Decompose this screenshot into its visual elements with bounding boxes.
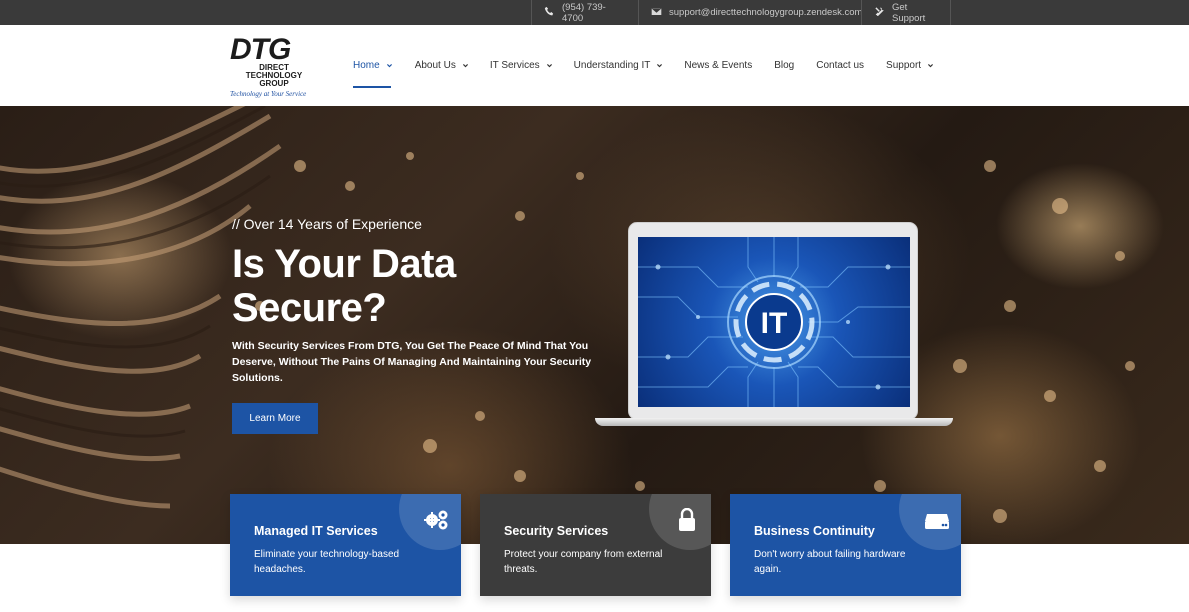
phone-number: (954) 739-4700 <box>562 1 606 24</box>
nav-news-events-label: News & Events <box>684 60 753 71</box>
email-link[interactable]: support@directtechnologygroup.zendesk.co… <box>638 0 863 25</box>
chevron-down-icon <box>386 64 392 68</box>
logo-tagline: Technology at Your Service <box>230 90 307 98</box>
chevron-down-icon <box>928 64 934 68</box>
nav-it-services-label: IT Services <box>489 60 540 71</box>
phone-icon <box>544 6 555 20</box>
nav-home-label: Home <box>353 60 380 71</box>
hero-headline: Is Your Data Secure? <box>232 242 456 330</box>
learn-more-button[interactable]: Learn More <box>232 403 318 434</box>
nav-news-events[interactable]: News & Events <box>684 25 752 106</box>
nav-contact-us-label: Contact us <box>816 60 865 71</box>
nav-support-label: Support <box>886 60 922 71</box>
phone-link[interactable]: (954) 739-4700 <box>531 0 638 25</box>
nav-about-us-label: About Us <box>414 60 456 71</box>
top-bar: (954) 739-4700 support@directtechnologyg… <box>0 0 1189 25</box>
tools-icon <box>874 6 885 20</box>
nav-it-services[interactable]: IT Services <box>490 25 553 106</box>
hero-banner: // Over 14 Years of Experience Is Your D… <box>0 106 1189 544</box>
envelope-icon <box>651 6 662 20</box>
card-text: Eliminate your technology-based headache… <box>254 549 400 575</box>
site-header: DTG DIRECT TECHNOLOGY GROUP Technology a… <box>0 25 1189 106</box>
nav-support[interactable]: Support <box>886 25 934 106</box>
chevron-down-icon <box>462 64 468 68</box>
laptop-illustration: IT <box>595 222 953 430</box>
lock-icon <box>673 507 701 532</box>
card-business-continuity[interactable]: Business Continuity Don't worry about fa… <box>730 494 961 596</box>
server-icon <box>923 508 951 532</box>
laptop-base <box>595 418 953 426</box>
nav-blog[interactable]: Blog <box>774 25 794 106</box>
gears-icon <box>423 508 451 532</box>
logo-mark: DTG <box>230 33 291 66</box>
hero-eyebrow: // Over 14 Years of Experience <box>232 216 422 232</box>
nav-home[interactable]: Home <box>353 25 393 106</box>
screen-it-label: IT <box>761 307 788 340</box>
nav-blog-label: Blog <box>774 60 795 71</box>
card-text: Protect your company from external threa… <box>504 549 663 575</box>
circuit-board-graphic: IT <box>638 237 910 407</box>
card-text: Don't worry about failing hardware again… <box>754 549 906 575</box>
main-nav: Home About Us IT Services Understanding … <box>353 25 934 106</box>
card-security-services[interactable]: Security Services Protect your company f… <box>480 494 711 596</box>
card-managed-it-services[interactable]: Managed IT Services Eliminate your techn… <box>230 494 461 596</box>
get-support-label: Get Support <box>892 1 926 24</box>
logo-line-3: GROUP <box>259 79 289 88</box>
hero-subtext: With Security Services From DTG, You Get… <box>232 340 592 384</box>
nav-about-us[interactable]: About Us <box>415 25 469 106</box>
nav-understanding-it-label: Understanding IT <box>573 60 651 71</box>
dtg-logo[interactable]: DTG DIRECT TECHNOLOGY GROUP Technology a… <box>230 33 320 99</box>
laptop-screen-frame: IT <box>628 222 918 420</box>
email-address: support@directtechnologygroup.zendesk.co… <box>669 7 863 18</box>
nav-understanding-it[interactable]: Understanding IT <box>574 25 664 106</box>
get-support-link[interactable]: Get Support <box>861 0 951 25</box>
nav-contact-us[interactable]: Contact us <box>816 25 864 106</box>
chevron-down-icon <box>657 64 663 68</box>
chevron-down-icon <box>546 64 552 68</box>
laptop-screen: IT <box>638 237 910 407</box>
